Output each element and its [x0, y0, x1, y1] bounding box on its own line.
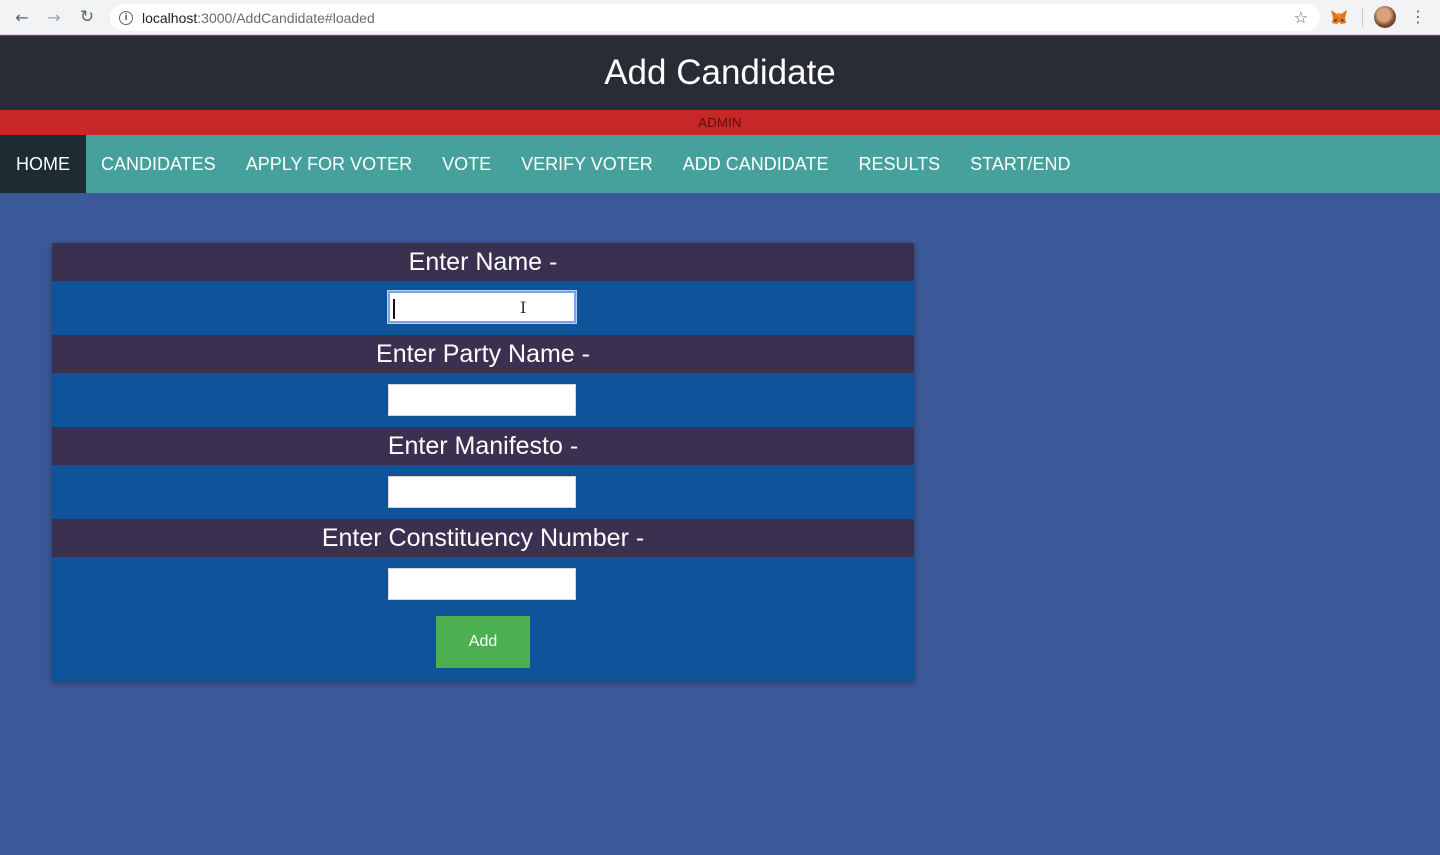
manifesto-label: Enter Manifesto - — [387, 431, 579, 460]
url-path: :3000/AddCandidate#loaded — [197, 9, 375, 26]
star-icon[interactable]: ☆ — [1294, 8, 1308, 27]
nav-apply-for-voter[interactable]: APPLY FOR VOTER — [231, 135, 427, 193]
nav-verify-voter[interactable]: VERIFY VOTER — [506, 135, 668, 193]
add-candidate-form: Enter Name - I Enter Party Name - Enter … — [52, 243, 914, 681]
nav-candidates[interactable]: CANDIDATES — [86, 135, 231, 193]
info-icon[interactable]: i — [119, 10, 133, 25]
text-cursor-icon: I — [520, 298, 527, 317]
name-label-row: Enter Name - — [52, 243, 914, 281]
metamask-fox-icon[interactable] — [1330, 8, 1348, 26]
nav-home[interactable]: HOME — [0, 135, 86, 193]
url-host: localhost — [142, 9, 198, 26]
main-navbar: HOME CANDIDATES APPLY FOR VOTER VOTE VER… — [0, 135, 1440, 193]
nav-start-end[interactable]: START/END — [955, 135, 1085, 193]
nav-add-candidate[interactable]: ADD CANDIDATE — [668, 135, 844, 193]
name-input[interactable] — [388, 291, 576, 323]
constituency-number-input[interactable] — [388, 568, 576, 600]
party-name-label: Enter Party Name - — [376, 339, 590, 368]
admin-label: ADMIN — [698, 115, 742, 130]
text-caret — [393, 299, 395, 319]
nav-results[interactable]: RESULTS — [843, 135, 955, 193]
name-label: Enter Name - — [408, 247, 558, 276]
party-label-row: Enter Party Name - — [52, 335, 914, 373]
constituency-label-row: Enter Constituency Number - — [52, 519, 914, 557]
constituency-number-label: Enter Constituency Number - — [321, 523, 645, 552]
manifesto-label-row: Enter Manifesto - — [52, 427, 914, 465]
address-bar[interactable]: i localhost:3000/AddCandidate#loaded ☆ — [110, 4, 1320, 31]
url-text: localhost:3000/AddCandidate#loaded — [142, 10, 375, 26]
add-button[interactable]: Add — [436, 616, 530, 668]
party-name-input[interactable] — [388, 384, 576, 416]
back-arrow-icon[interactable]: ← — [10, 6, 34, 28]
profile-avatar[interactable] — [1374, 6, 1396, 28]
toolbar-divider — [1362, 8, 1363, 27]
kebab-menu-icon[interactable]: ⋮ — [1410, 6, 1426, 28]
forward-arrow-icon[interactable]: → — [42, 6, 66, 28]
page-title: Add Candidate — [604, 53, 836, 92]
page-header: Add Candidate — [0, 36, 1440, 110]
browser-toolbar: ← → ↻ i localhost:3000/AddCandidate#load… — [0, 0, 1440, 35]
admin-banner: ADMIN — [0, 110, 1440, 135]
nav-vote[interactable]: VOTE — [427, 135, 506, 193]
reload-icon[interactable]: ↻ — [75, 6, 99, 28]
manifesto-input[interactable] — [388, 476, 576, 508]
